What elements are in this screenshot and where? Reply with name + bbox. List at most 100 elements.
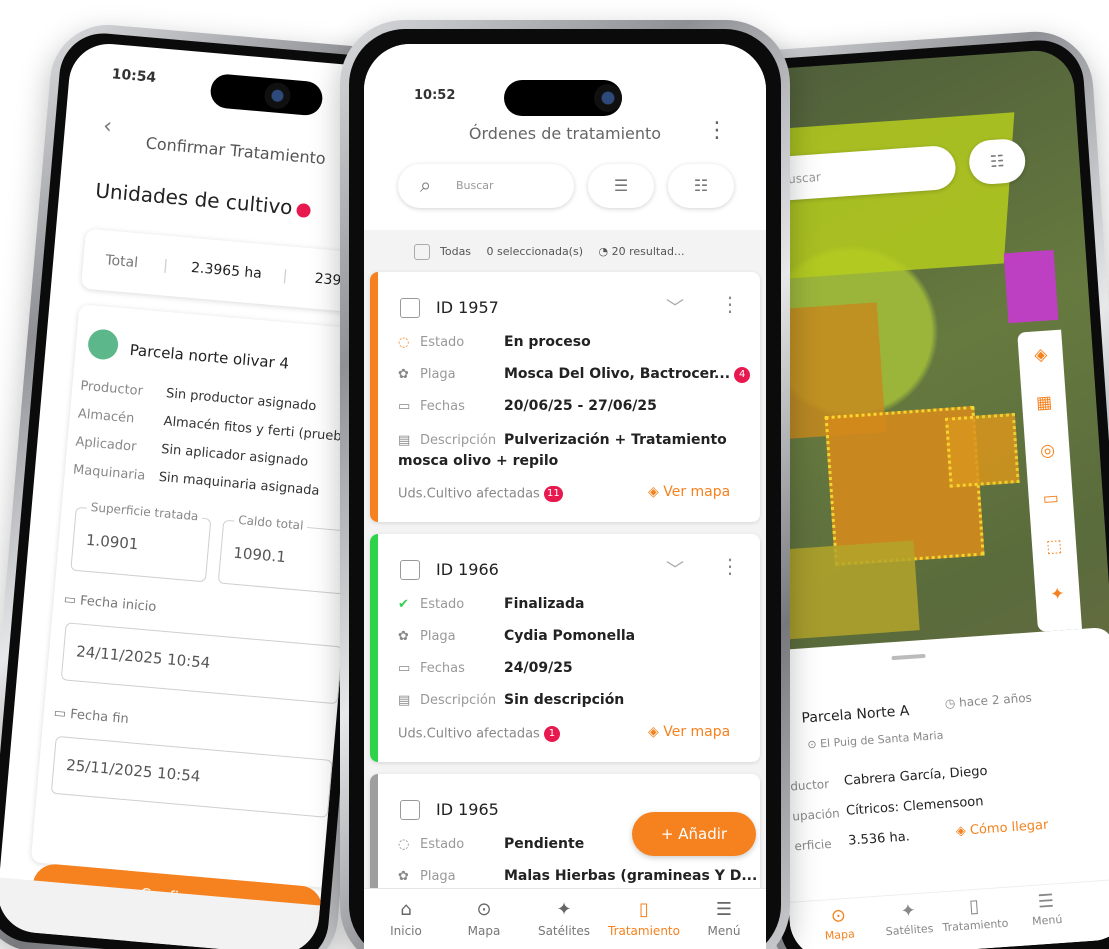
chevron-down-icon[interactable]: ﹀: [666, 556, 684, 582]
nav-menu[interactable]: ☰ Menú: [1010, 889, 1082, 930]
card-checkbox[interactable]: [400, 800, 420, 820]
back-arrow-icon[interactable]: ‹: [102, 114, 113, 140]
status-time: 10:54: [111, 66, 157, 87]
more-options-icon[interactable]: ⋮: [720, 554, 740, 578]
dates-row: ▭ Fechas 20/06/25 - 27/06/25: [398, 398, 657, 414]
select-area-icon[interactable]: ⬚: [1041, 534, 1067, 560]
calendar-icon: ▭: [398, 661, 411, 676]
layers-icon[interactable]: ◈: [1028, 342, 1054, 368]
nav-treatment[interactable]: ▯ Tratamiento: [938, 894, 1010, 935]
nav-map[interactable]: ⊙ Mapa: [803, 903, 875, 944]
chevron-down-icon[interactable]: ﹀: [666, 294, 684, 320]
view-map-link[interactable]: ◈ Ver mapa: [648, 484, 730, 500]
grid-icon[interactable]: ▦: [1031, 390, 1057, 416]
menu-icon: ☰: [715, 899, 733, 920]
sheet-handle[interactable]: [891, 653, 926, 661]
bug-icon: ✿: [398, 367, 409, 382]
surface-field[interactable]: Superficie tratada 1.0901: [70, 499, 212, 583]
nav-satellites[interactable]: ✦ Satélites: [873, 898, 945, 939]
location: ⊙ El Puig de Santa Maria: [806, 728, 944, 752]
nav-treatment[interactable]: ▯ Tratamiento: [604, 899, 684, 938]
satellite-icon: ✦: [556, 899, 572, 920]
description-row: ▤ Descripción Pulverización + Tratamiento …: [398, 432, 727, 469]
surface-label: erficie: [793, 836, 833, 854]
order-card[interactable]: ID 1966 ﹀ ⋮ ✔ Estado Finalizada ✿ Plaga Cydi…: [370, 534, 760, 762]
pest-row: ✿ Plaga Cydia Pomonella: [398, 628, 636, 644]
center-phone: 10:52 Órdenes de tratamiento ⋮ ⌕ Buscar …: [340, 20, 790, 949]
nav-menu[interactable]: ☰ Menú: [684, 899, 764, 938]
header: 10:52 Órdenes de tratamiento ⋮ ⌕ Buscar …: [364, 44, 766, 230]
select-all-checkbox[interactable]: [414, 244, 430, 260]
satellite-icon[interactable]: ✦: [1045, 582, 1071, 608]
ruler-icon[interactable]: ▭: [1038, 486, 1064, 512]
filter-button[interactable]: ☰: [588, 164, 654, 208]
pest-row: ✿ Plaga Mosca Del Olivo, Bactrocer... 4: [398, 366, 758, 383]
locate-icon[interactable]: ◎: [1035, 438, 1061, 464]
spinner-icon: ◌: [398, 335, 410, 350]
satellite-icon: ✦: [900, 900, 917, 923]
treatment-orders-screen: 10:52 Órdenes de tratamiento ⋮ ⌕ Buscar …: [364, 44, 766, 949]
status-stripe: [370, 272, 378, 522]
occupation-label: upación: [791, 806, 841, 824]
map-parcel[interactable]: [1003, 249, 1059, 324]
document-icon: ▤: [398, 693, 411, 708]
order-id: ID 1966: [436, 560, 499, 579]
menu-icon: ☰: [1037, 890, 1055, 913]
order-card[interactable]: ID 1957 ﹀ ⋮ ◌ Estado En proceso ✿ Plaga Mosc…: [370, 272, 760, 522]
order-id: ID 1965: [436, 800, 499, 819]
directions-link[interactable]: ◈ Cómo llegar: [955, 818, 1049, 839]
pest-row: ✿ Plaga Malas Hierbas (gramineas Y D...: [398, 868, 758, 884]
camera: [594, 84, 622, 112]
add-button[interactable]: + Añadir: [632, 812, 756, 856]
surface-value: 3.536 ha.: [847, 829, 911, 849]
pest-count-badge: 4: [734, 366, 751, 383]
filter-icon: ☰: [613, 176, 629, 195]
map-pin-icon: ⊙: [830, 905, 847, 928]
card-checkbox[interactable]: [400, 298, 420, 318]
parcel-name: Parcela Norte A: [801, 703, 910, 727]
more-options-icon[interactable]: ⋮: [720, 292, 740, 316]
list-icon: ☷: [693, 176, 709, 195]
list-view-button[interactable]: ☷: [668, 164, 734, 208]
map-parcel[interactable]: [773, 540, 920, 640]
search-icon: ⌕: [420, 173, 432, 197]
selection-bar: Todas 0 seleccionada(s) ◔ 20 resultad...: [414, 244, 684, 260]
status-stripe: [370, 534, 378, 762]
bug-icon: ✿: [398, 869, 409, 884]
broth-field[interactable]: Caldo total 1090.1: [217, 512, 353, 595]
status-time: 10:52: [414, 88, 456, 103]
divider: |: [162, 257, 169, 274]
dates-row: ▭ Fechas 24/09/25: [398, 660, 573, 676]
calendar-icon: ▭: [398, 399, 411, 414]
affected-units: Uds.Cultivo afectadas 1: [398, 726, 560, 742]
results-icon: ◔: [598, 245, 609, 258]
search-input[interactable]: ⌕ Buscar: [398, 164, 574, 208]
divider: |: [282, 267, 289, 285]
nav-home[interactable]: ⌂ Inicio: [366, 899, 446, 938]
description-row: ▤ Descripción Sin descripción: [398, 692, 625, 708]
selected-parcel[interactable]: [944, 413, 1020, 488]
section-heading: Unidades de cultivo: [94, 178, 311, 221]
treatment-icon: ▯: [639, 899, 649, 920]
summary-label: Total: [104, 252, 139, 272]
document-icon: ▤: [398, 433, 411, 448]
summary-area: 2.3965 ha: [190, 259, 263, 283]
affected-units: Uds.Cultivo afectadas 11: [398, 486, 563, 502]
status-row: ✔ Estado Finalizada: [398, 596, 585, 612]
bottom-nav: ⌂ Inicio ⊙ Mapa ✦ Satélites ▯ Tratamiento ☰ M…: [364, 888, 766, 949]
heading-badge: [295, 202, 311, 218]
nav-map[interactable]: ⊙ Mapa: [444, 899, 524, 938]
nav-satellites[interactable]: ✦ Satélites: [524, 899, 604, 938]
more-options-icon[interactable]: ⋮: [706, 118, 728, 143]
card-checkbox[interactable]: [400, 560, 420, 580]
map-pin-icon: ⊙: [476, 899, 492, 920]
bug-icon: ✿: [398, 629, 409, 644]
spinner-icon: ◌: [398, 837, 410, 852]
order-id: ID 1957: [436, 298, 499, 317]
status-row: ◌ Estado En proceso: [398, 334, 591, 350]
view-map-link[interactable]: ◈ Ver mapa: [648, 724, 730, 740]
check-icon: ✔: [398, 597, 409, 612]
home-icon: ⌂: [400, 899, 412, 920]
producer-label: ductor: [789, 776, 830, 794]
treatment-icon: ▯: [968, 895, 980, 918]
